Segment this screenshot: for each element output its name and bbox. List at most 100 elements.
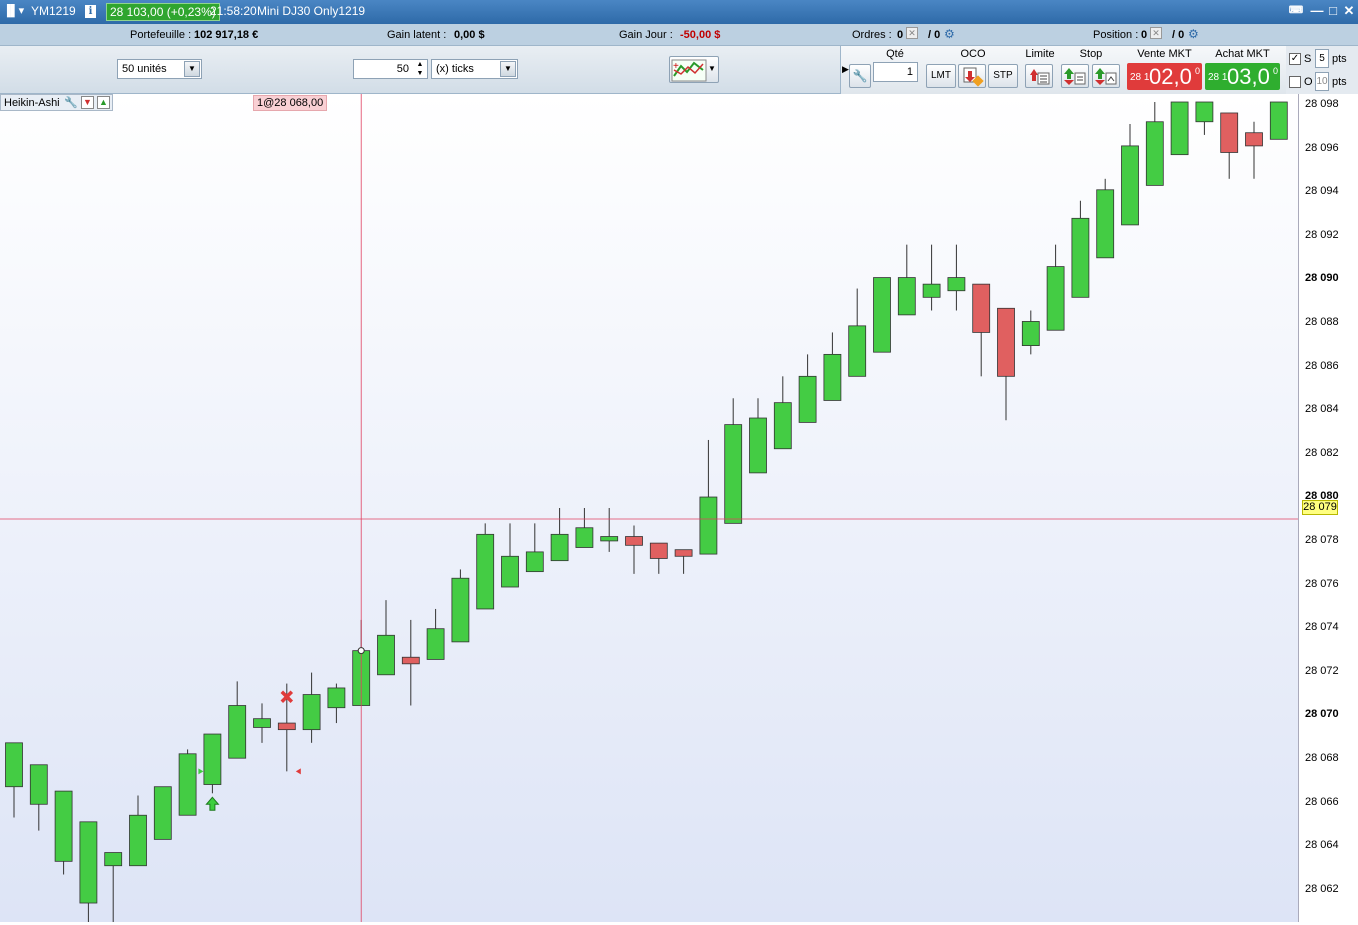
ticks-unit-select[interactable]: (x) ticks ▼: [431, 59, 518, 79]
price-tick-label: 28 084: [1305, 403, 1339, 416]
chevron-down-icon[interactable]: ▼: [500, 61, 516, 77]
entry-triangle-icon: [198, 768, 204, 775]
candle-up: [178, 753, 197, 816]
add-indicator-button[interactable]: + ▼: [669, 56, 719, 83]
info-icon[interactable]: i: [85, 5, 96, 18]
candle-up: [29, 764, 48, 805]
stop-target-controls: ✓ S 5 pts O 10 pts: [1286, 46, 1358, 94]
price-tick-label: 28 086: [1305, 359, 1339, 372]
gain-jour-value: -50,00 $: [680, 29, 721, 41]
orders-settings-icon[interactable]: ⚙: [944, 27, 955, 41]
portefeuille-value: 102 917,18 €: [194, 29, 259, 41]
candle-up: [79, 821, 98, 904]
instrument-name[interactable]: YM1219: [31, 4, 76, 18]
chevron-down-icon[interactable]: ▼: [708, 64, 716, 73]
position-settings-icon[interactable]: ⚙: [1188, 27, 1199, 41]
candle-up: [129, 814, 147, 867]
app-menu-icon[interactable]: ▐▌▾: [3, 4, 24, 17]
sell-price-main: 02,0: [1149, 64, 1192, 89]
price-tick-label: 28 094: [1305, 185, 1339, 198]
chevron-down-icon[interactable]: ▼: [184, 61, 200, 77]
candle-up: [922, 283, 941, 298]
stop-pts-label: pts: [1332, 53, 1347, 65]
close-position-icon[interactable]: ✕: [1150, 27, 1162, 39]
close-icon[interactable]: ✕: [1342, 4, 1356, 18]
candle-up: [724, 424, 743, 524]
cancel-orders-icon[interactable]: ✕: [906, 27, 918, 39]
candlestick-chart[interactable]: [0, 94, 1298, 923]
stop-buy-button[interactable]: [1061, 64, 1089, 88]
cursor-price-label: 28 079: [1302, 500, 1338, 515]
position-total: / 0: [1172, 29, 1185, 41]
candle-up: [153, 786, 172, 840]
ordres-label: Ordres :: [852, 29, 892, 41]
candle-up: [228, 705, 247, 759]
order-label[interactable]: 1@28 068,00: [253, 95, 328, 111]
limite-label: Limite: [1025, 48, 1055, 60]
ticks-value: 50: [396, 63, 409, 75]
cursor-point: [357, 647, 365, 655]
candle-up: [1121, 145, 1139, 226]
price-tick-label: 28 082: [1305, 446, 1339, 459]
lmt-button[interactable]: LMT: [926, 64, 956, 88]
collapse-panel-icon[interactable]: ▶: [842, 64, 849, 75]
candle-down: [674, 549, 693, 557]
trading-panel: ▶ 🔧 Qté 1 LMT OCO STP Limite Stop Vente …: [840, 46, 1298, 94]
price-tick-label: 28 098: [1305, 98, 1339, 110]
buy-arrow-icon[interactable]: ▲: [97, 96, 110, 109]
sell-price-prefix: 28 1: [1130, 72, 1150, 83]
title-bar: ▐▌▾ YM1219 i 28 103,00 (+0,23%) 21:58:20…: [0, 0, 1358, 24]
buy-price-prefix: 28 1: [1208, 72, 1228, 83]
portefeuille-label: Portefeuille :: [130, 29, 192, 41]
price-axis[interactable]: 28 098 28 096 28 094 28 092 28 090 28 088 28 0…: [1298, 94, 1358, 922]
minimize-icon[interactable]: —: [1310, 4, 1324, 18]
vente-mkt-label: Vente MKT: [1137, 48, 1192, 60]
price-tick-label: 28 088: [1305, 316, 1339, 328]
candle-up: [525, 551, 544, 573]
candle-up: [798, 375, 817, 423]
candle-down: [1220, 112, 1239, 153]
objective-checkbox[interactable]: [1289, 76, 1301, 88]
stop-points-input[interactable]: 5: [1315, 49, 1329, 68]
oco-label: OCO: [960, 48, 986, 60]
indicator-label[interactable]: Heikin-Ashi 🔧 ▼ ▲: [0, 94, 113, 111]
wrench-icon[interactable]: 🔧: [64, 96, 78, 109]
candle-up: [476, 533, 495, 610]
candle-up: [1170, 101, 1189, 156]
candle-up: [1046, 266, 1065, 331]
stop-checkbox[interactable]: ✓: [1289, 53, 1301, 65]
units-select[interactable]: 50 unités ▼: [117, 59, 202, 79]
limit-order-button[interactable]: [1025, 64, 1053, 88]
sell-market-button[interactable]: 28 1 02,0 0: [1127, 63, 1202, 90]
candle-up: [377, 634, 395, 676]
maximize-icon[interactable]: □: [1326, 4, 1340, 18]
candle-down: [277, 722, 296, 731]
candle-down: [625, 536, 643, 546]
stepper-arrows-icon[interactable]: ▲ ▼: [414, 60, 426, 78]
buy-arrow-icon: [205, 796, 220, 811]
candle-down: [972, 283, 991, 333]
stp-button[interactable]: STP: [988, 64, 1018, 88]
gain-latent-label: Gain latent :: [387, 29, 447, 41]
candle-up: [54, 790, 73, 862]
position-label: Position :: [1093, 29, 1139, 41]
ticks-stepper[interactable]: 50 ▲ ▼: [353, 59, 428, 79]
sell-arrow-icon[interactable]: ▼: [81, 96, 94, 109]
keyboard-icon[interactable]: ⌨: [1287, 4, 1305, 18]
qty-input[interactable]: 1: [873, 62, 918, 82]
price-badge: 28 103,00 (+0,23%): [106, 3, 220, 21]
candle-down: [649, 542, 668, 559]
chart-area[interactable]: [0, 94, 1298, 923]
candle-up: [302, 694, 321, 731]
stop-sell-button[interactable]: [1092, 64, 1120, 88]
wrench-icon[interactable]: 🔧: [849, 64, 871, 88]
oco-button[interactable]: [958, 64, 986, 88]
buy-market-button[interactable]: 28 1 03,0 0: [1205, 63, 1280, 90]
candle-up: [699, 496, 718, 555]
objective-points-input[interactable]: 10: [1315, 72, 1329, 91]
gain-latent-value: 0,00 $: [454, 29, 485, 41]
candle-up: [1021, 321, 1040, 346]
candle-up: [1096, 189, 1115, 259]
candle-down: [1245, 132, 1263, 147]
candle-up: [749, 417, 767, 474]
